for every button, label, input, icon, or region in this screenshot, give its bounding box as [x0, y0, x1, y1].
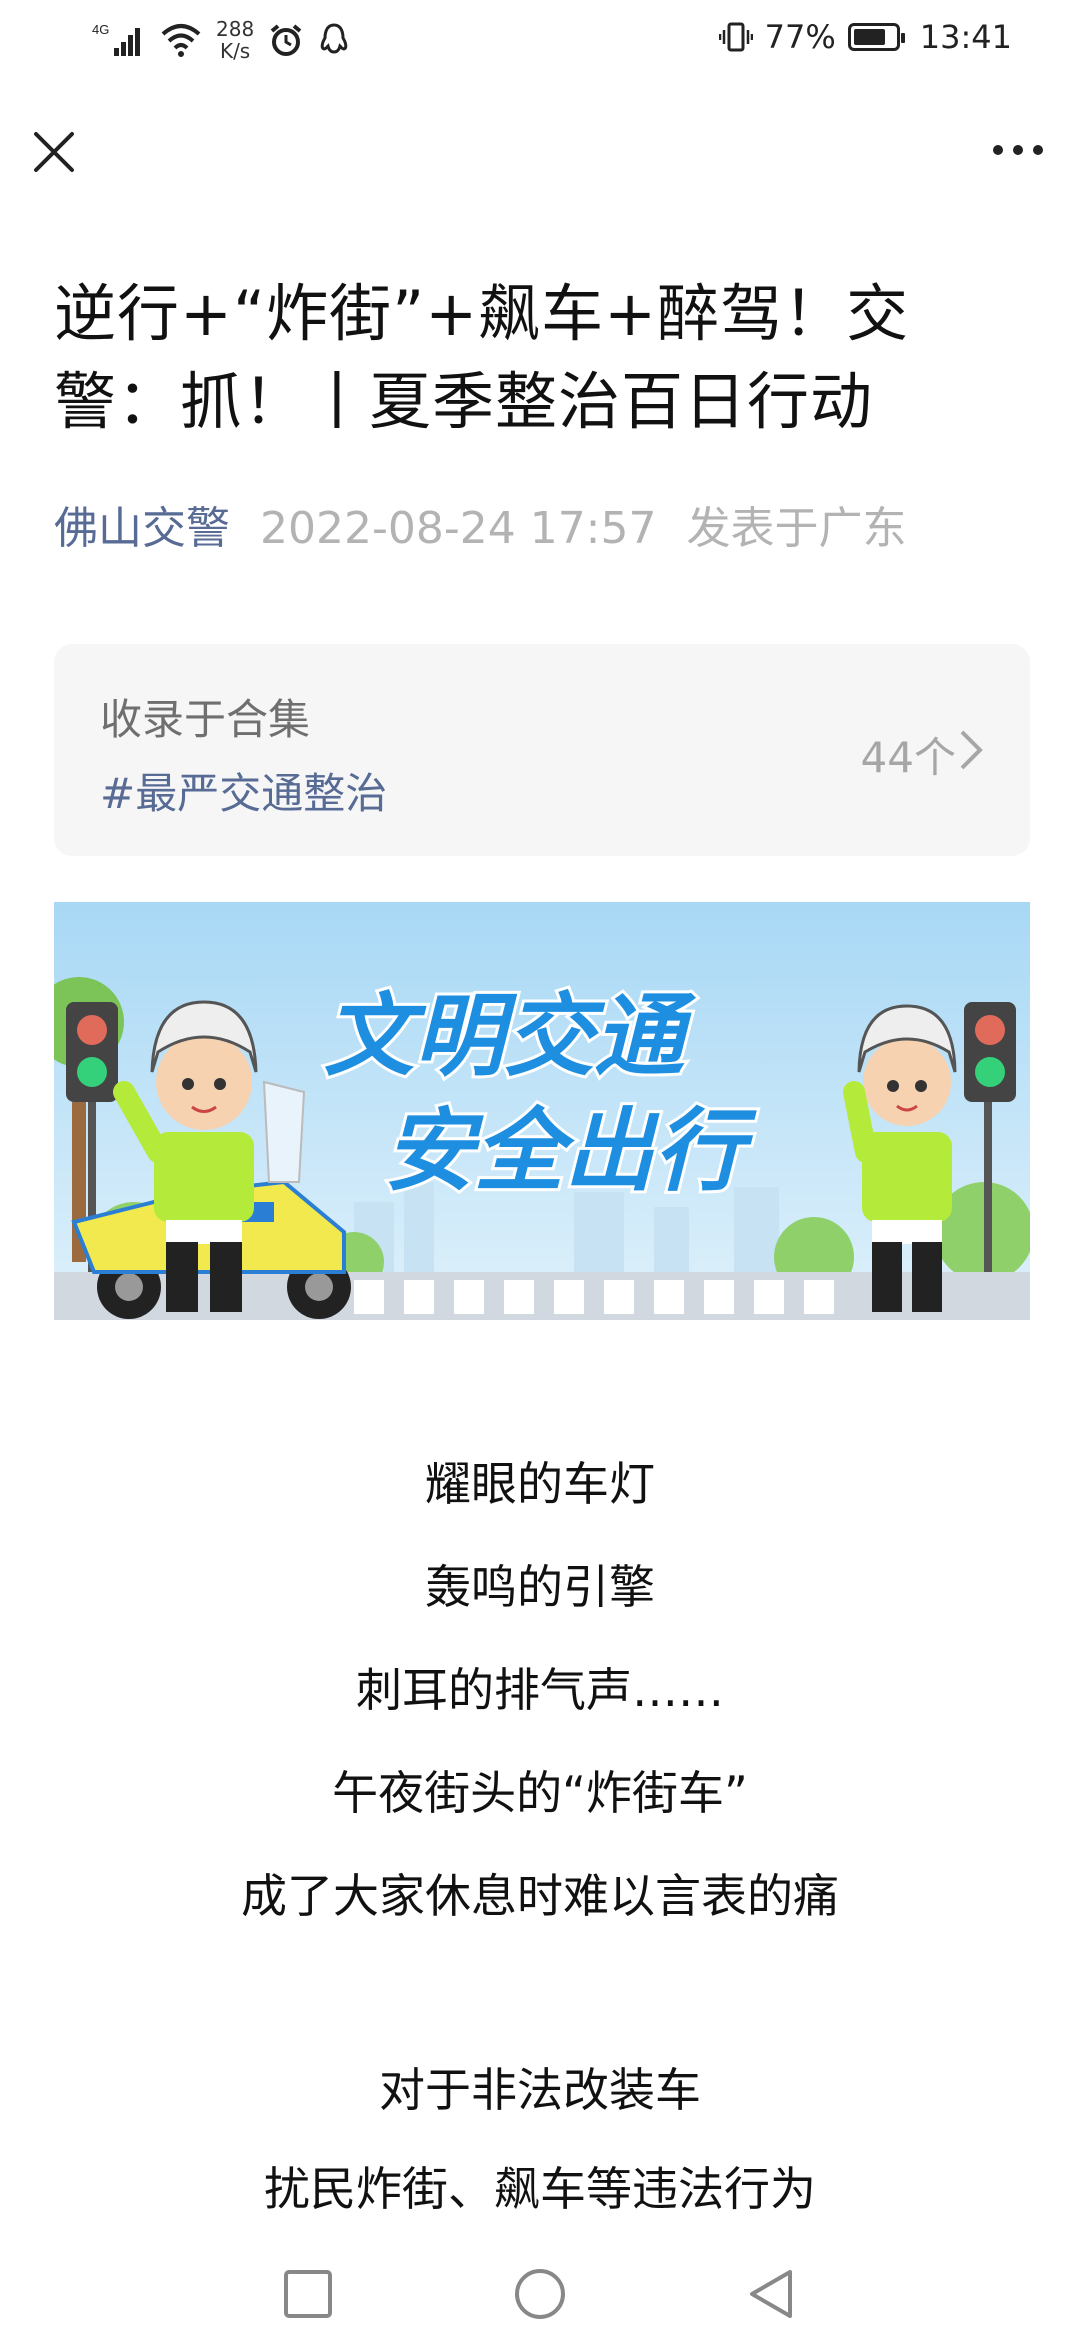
body-line: 对于非法改装车	[379, 2063, 701, 2117]
album-tag[interactable]: #最严交通整治	[100, 760, 387, 821]
album-label: 收录于合集	[100, 695, 311, 744]
vibrate-icon	[718, 22, 753, 52]
author-link[interactable]: 佛山交警	[54, 503, 230, 554]
clock: 13:41	[919, 18, 1012, 56]
article-title: 逆行+“炸街”+飙车+醉驾！交警：抓！丨夏季整治百日行动	[54, 277, 910, 438]
signal-icon: 4G	[92, 22, 140, 56]
battery-icon	[847, 23, 905, 51]
top-bar	[0, 110, 1080, 190]
body-line: 成了大家休息时难以言表的痛	[241, 1869, 839, 1923]
wifi-icon	[161, 24, 201, 57]
publish-datetime: 2022-08-24 17:57	[260, 503, 657, 554]
status-bar: 4G 288 K/s 77% 13:41	[0, 0, 1080, 86]
album-card[interactable]: 收录于合集 #最严交通整治 44个	[54, 644, 1030, 856]
alarm-icon	[270, 24, 302, 56]
body-line: 扰民炸街、飙车等违法行为	[264, 2162, 816, 2216]
home-circle-icon[interactable]	[510, 2264, 570, 2324]
status-left: 4G 288 K/s	[92, 18, 350, 62]
more-options-icon[interactable]	[990, 140, 1046, 160]
banner-illustration: 文明交通 安全出行	[54, 902, 1030, 1320]
close-icon[interactable]	[32, 130, 76, 174]
article-meta: 佛山交警 2022-08-24 17:57 发表于广东	[54, 492, 907, 556]
banner-line-2: 安全出行	[384, 1099, 757, 1204]
album-count: 44个	[860, 733, 956, 782]
banner-line-1: 文明交通	[324, 984, 697, 1089]
navigation-bar	[0, 2240, 1080, 2340]
body-line: 午夜街头的“炸街车”	[332, 1766, 748, 1820]
status-right: 77% 13:41	[718, 18, 1012, 56]
svg-text:4G: 4G	[92, 22, 109, 37]
battery-percent: 77%	[764, 18, 836, 56]
network-speed: 288 K/s	[216, 17, 255, 63]
recents-square-icon[interactable]	[278, 2264, 338, 2324]
back-triangle-icon[interactable]	[742, 2264, 802, 2324]
body-line: 轰鸣的引擎	[425, 1560, 655, 1614]
qq-notification-icon	[320, 23, 348, 54]
chevron-right-icon	[960, 730, 983, 770]
body-line: 刺耳的排气声……	[356, 1663, 724, 1717]
publish-location: 发表于广东	[686, 503, 907, 554]
banner-image: 文明交通 安全出行	[54, 902, 1030, 1320]
body-line: 耀眼的车灯	[425, 1457, 655, 1511]
